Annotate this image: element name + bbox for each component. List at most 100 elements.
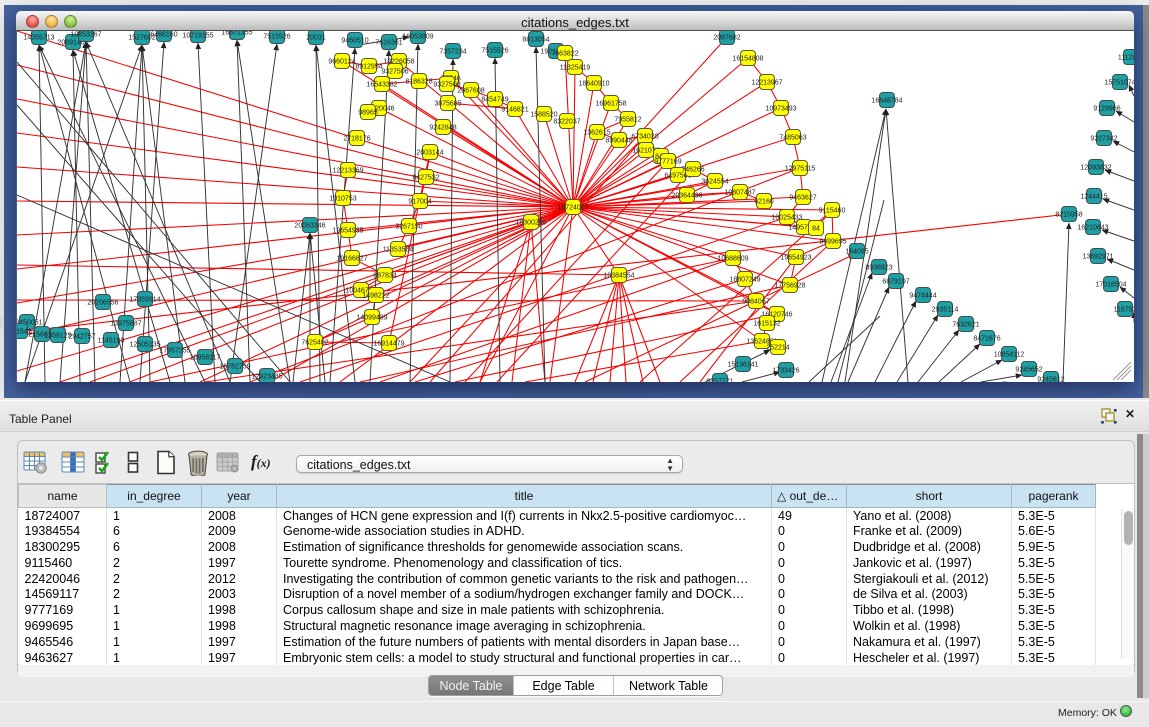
svg-text:8912954: 8912954 xyxy=(355,64,382,71)
svg-text:9463627: 9463627 xyxy=(789,195,816,202)
svg-text:8471676: 8471676 xyxy=(973,336,1000,343)
svg-text:16914479: 16914479 xyxy=(373,341,404,348)
svg-text:9084067: 9084067 xyxy=(742,299,769,306)
svg-text:9115460: 9115460 xyxy=(819,208,846,215)
svg-text:746266: 746266 xyxy=(681,167,704,174)
svg-text:9146821: 9146821 xyxy=(501,107,528,114)
svg-text:9460510: 9460510 xyxy=(341,38,368,45)
svg-text:6466160: 6466160 xyxy=(150,32,177,39)
svg-text:12213369: 12213369 xyxy=(332,168,363,175)
svg-text:1112819: 1112819 xyxy=(1118,55,1134,62)
svg-text:20053346: 20053346 xyxy=(294,223,325,230)
svg-text:7357234: 7357234 xyxy=(439,49,466,56)
svg-text:14099489: 14099489 xyxy=(356,315,387,322)
svg-text:16782759: 16782759 xyxy=(219,364,250,371)
svg-text:18724007: 18724007 xyxy=(557,205,588,212)
svg-text:2935114: 2935114 xyxy=(932,307,959,314)
svg-text:3624554: 3624554 xyxy=(701,179,728,186)
svg-text:2087682: 2087682 xyxy=(713,35,740,42)
svg-text:8186328: 8186328 xyxy=(405,79,432,86)
svg-text:20031: 20031 xyxy=(306,35,326,42)
svg-text:887834: 887834 xyxy=(373,273,396,280)
svg-text:19166827: 19166827 xyxy=(336,256,367,263)
svg-text:3875685: 3875685 xyxy=(434,101,461,108)
svg-text:12975115: 12975115 xyxy=(785,166,816,173)
svg-text:1010753: 1010753 xyxy=(329,196,356,203)
svg-text:13975887: 13975887 xyxy=(110,321,141,328)
svg-text:13692971: 13692971 xyxy=(1082,254,1113,261)
svg-text:10688609: 10688609 xyxy=(717,256,748,263)
svg-text:7616361: 7616361 xyxy=(375,40,402,47)
svg-text:9699695: 9699695 xyxy=(819,239,846,246)
svg-text:10807487: 10807487 xyxy=(724,190,755,197)
svg-text:10654112: 10654112 xyxy=(994,352,1025,359)
svg-text:98965: 98965 xyxy=(358,110,378,117)
svg-text:9227342: 9227342 xyxy=(1090,136,1117,143)
svg-text:17359914: 17359914 xyxy=(129,297,160,304)
svg-text:1588520: 1588520 xyxy=(530,112,557,119)
svg-text:16154808: 16154808 xyxy=(732,56,763,63)
svg-text:12213967: 12213967 xyxy=(751,80,782,87)
svg-text:18300295: 18300295 xyxy=(515,220,546,227)
svg-text:1358129: 1358129 xyxy=(44,333,71,340)
svg-text:16671355: 16671355 xyxy=(221,31,252,37)
svg-text:11325419: 11325419 xyxy=(560,65,591,72)
svg-text:12093832: 12093832 xyxy=(1080,165,1111,172)
svg-text:16961758: 16961758 xyxy=(595,101,626,108)
svg-text:9660124: 9660124 xyxy=(328,59,355,66)
svg-text:2942757: 2942757 xyxy=(68,334,95,341)
svg-text:16210643: 16210643 xyxy=(1077,225,1108,232)
svg-text:15751074: 15751074 xyxy=(1104,80,1134,87)
svg-text:9457771: 9457771 xyxy=(706,379,733,383)
svg-text:10958117: 10958117 xyxy=(190,355,221,362)
svg-text:2803144: 2803144 xyxy=(416,150,443,157)
svg-text:62160: 62160 xyxy=(754,199,774,206)
svg-text:14055713: 14055713 xyxy=(23,35,54,42)
svg-text:7515526: 7515526 xyxy=(481,48,508,55)
svg-text:6879197: 6879197 xyxy=(882,279,909,286)
svg-text:116753: 116753 xyxy=(1114,307,1134,314)
svg-text:7663822: 7663822 xyxy=(551,51,578,58)
svg-text:164095: 164095 xyxy=(845,249,868,256)
svg-text:1362615: 1362615 xyxy=(583,130,610,137)
svg-text:19654923: 19654923 xyxy=(780,255,811,262)
svg-text:2718176: 2718176 xyxy=(343,136,370,143)
svg-text:19654935: 19654935 xyxy=(332,228,363,235)
svg-text:19384554: 19384554 xyxy=(603,273,634,280)
svg-text:8427532: 8427532 xyxy=(412,175,439,182)
svg-text:9777169: 9777169 xyxy=(654,159,681,166)
svg-text:10653267: 10653267 xyxy=(70,32,101,39)
svg-text:20206556: 20206556 xyxy=(87,300,118,307)
svg-text:18807249: 18807249 xyxy=(729,277,760,284)
svg-text:252214: 252214 xyxy=(766,345,789,352)
svg-text:9327506: 9327506 xyxy=(381,69,408,76)
svg-text:9129966: 9129966 xyxy=(1093,106,1120,113)
svg-text:16648784: 16648784 xyxy=(871,98,902,105)
svg-text:12923485: 12923485 xyxy=(251,374,282,381)
svg-text:7625402: 7625402 xyxy=(301,340,328,347)
svg-text:8215958: 8215958 xyxy=(1055,212,1082,219)
svg-text:3267150: 3267150 xyxy=(395,224,422,231)
svg-text:20364436: 20364436 xyxy=(671,193,702,200)
svg-text:9245612: 9245612 xyxy=(1037,377,1064,383)
svg-text:1145193: 1145193 xyxy=(98,338,125,345)
svg-text:7632621: 7632621 xyxy=(952,322,979,329)
svg-text:1244415: 1244415 xyxy=(1080,194,1107,201)
svg-text:17957255: 17957255 xyxy=(159,348,190,355)
svg-text:7515526: 7515526 xyxy=(263,34,290,41)
svg-text:9245652: 9245652 xyxy=(1015,367,1042,374)
svg-text:17756928: 17756928 xyxy=(774,283,805,290)
svg-text:17016504: 17016504 xyxy=(1095,282,1126,289)
svg-text:6734028: 6734028 xyxy=(631,134,658,141)
svg-text:16543382: 16543382 xyxy=(366,82,397,89)
svg-text:8322037: 8322037 xyxy=(553,119,580,126)
svg-text:8454749: 8454749 xyxy=(481,97,508,104)
svg-text:7485063: 7485063 xyxy=(779,135,806,142)
svg-text:7955812: 7955812 xyxy=(614,117,641,124)
svg-text:11353584: 11353584 xyxy=(383,247,414,254)
svg-text:8990448: 8990448 xyxy=(605,138,632,145)
svg-text:10973493: 10973493 xyxy=(765,106,796,113)
svg-text:84: 84 xyxy=(812,226,820,233)
svg-text:10719155: 10719155 xyxy=(182,33,213,40)
svg-text:1615132: 1615132 xyxy=(753,321,780,328)
